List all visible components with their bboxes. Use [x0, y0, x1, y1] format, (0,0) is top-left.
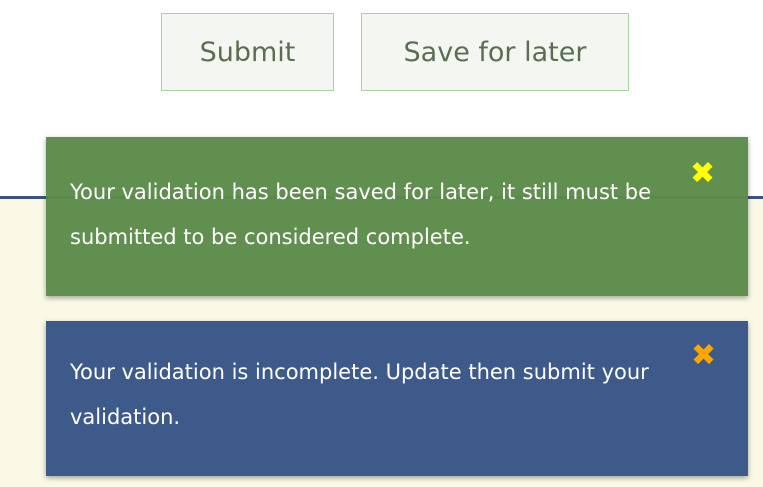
- save-for-later-button[interactable]: Save for later: [361, 13, 629, 91]
- notification-message: Your validation has been saved for later…: [70, 180, 652, 249]
- notification-message: Your validation is incomplete. Update th…: [70, 360, 649, 429]
- close-icon[interactable]: ✖: [691, 341, 716, 371]
- submit-button[interactable]: Submit: [161, 13, 334, 91]
- close-icon[interactable]: ✖: [690, 159, 715, 189]
- saved-for-later-notification: Your validation has been saved for later…: [46, 137, 748, 296]
- incomplete-notification: Your validation is incomplete. Update th…: [46, 321, 748, 476]
